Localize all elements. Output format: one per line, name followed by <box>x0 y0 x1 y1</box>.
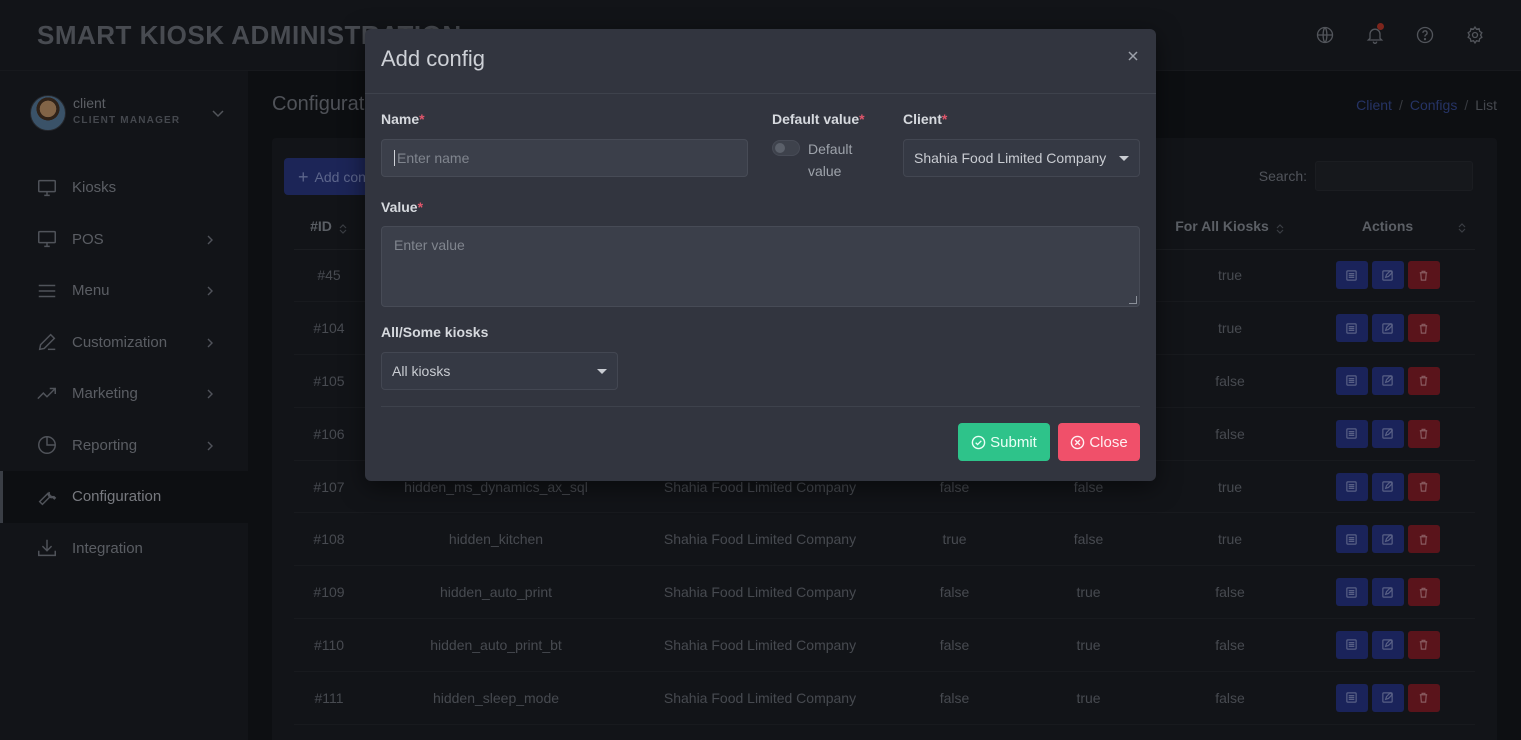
value-textarea[interactable]: Enter value <box>381 226 1140 307</box>
modal-title: Add config <box>381 46 485 71</box>
client-label: Client* <box>903 111 948 127</box>
client-select[interactable]: Shahia Food Limited Company <box>903 139 1140 177</box>
name-input[interactable]: Enter name <box>381 139 748 177</box>
dropdown-caret-icon <box>1119 156 1129 161</box>
default-value-toggle[interactable] <box>772 140 800 156</box>
client-select-value: Shahia Food Limited Company <box>914 150 1107 166</box>
close-icon[interactable] <box>1126 49 1140 63</box>
submit-button[interactable]: Submit <box>958 423 1050 461</box>
resize-handle[interactable] <box>1129 296 1137 304</box>
kiosks-select-value: All kiosks <box>392 363 451 379</box>
add-config-modal: Add config Name* Enter name Default valu… <box>365 29 1156 481</box>
default-value-label: Default value* <box>772 111 865 127</box>
name-label: Name* <box>381 111 425 127</box>
check-circle-icon <box>971 435 986 449</box>
dropdown-caret-icon <box>597 369 607 374</box>
text-cursor <box>394 150 395 166</box>
modal-divider <box>381 406 1140 407</box>
submit-label: Submit <box>990 433 1037 451</box>
modal-header: Add config <box>365 29 1156 94</box>
close-label: Close <box>1089 433 1128 451</box>
value-placeholder: Enter value <box>394 237 465 253</box>
close-button[interactable]: Close <box>1058 423 1140 461</box>
kiosks-select[interactable]: All kiosks <box>381 352 618 390</box>
kiosks-label: All/Some kiosks <box>381 324 489 340</box>
value-label: Value* <box>381 199 424 215</box>
default-value-toggle-label: Default value <box>808 141 853 179</box>
name-placeholder: Enter name <box>397 150 470 166</box>
x-circle-icon <box>1071 435 1085 449</box>
